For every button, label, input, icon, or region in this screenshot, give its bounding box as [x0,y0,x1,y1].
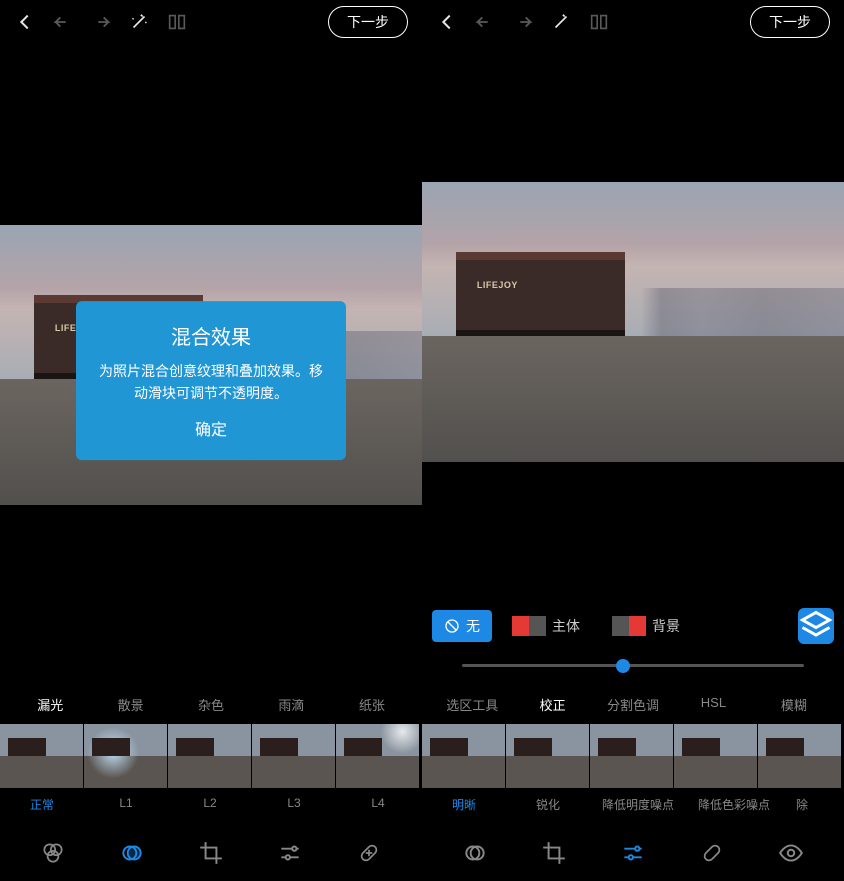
mask-selector-bar: 无 主体 背景 [422,600,844,652]
top-bar: 下一步 [0,0,422,44]
magic-wand-icon[interactable] [550,11,572,33]
effect-tabs-left: 漏光 散景 杂色 雨滴 纸张 [0,685,422,724]
tab-blur[interactable]: 模糊 [754,685,834,724]
undo-icon[interactable] [474,11,496,33]
filter-label[interactable]: L1 [84,796,168,813]
filter-thumb[interactable] [590,724,674,788]
tab-light-leak[interactable]: 漏光 [10,685,90,724]
opacity-slider-row [422,652,844,685]
heal-icon[interactable] [356,840,382,866]
filter-thumb[interactable] [252,724,336,788]
eye-icon[interactable] [778,840,804,866]
next-button[interactable]: 下一步 [750,6,830,38]
popup-title: 混合效果 [98,321,324,350]
filter-thumb[interactable] [0,724,84,788]
filter-label[interactable]: 锐化 [506,796,590,813]
filter-thumb[interactable] [674,724,758,788]
popup-body: 为照片混合创意纹理和叠加效果。移动滑块可调节不透明度。 [98,360,324,405]
undo-icon[interactable] [52,11,74,33]
next-button[interactable]: 下一步 [328,6,408,38]
info-popup: 混合效果 为照片混合创意纹理和叠加效果。移动滑块可调节不透明度。 确定 [76,301,346,461]
heal-icon[interactable] [699,840,725,866]
magic-wand-icon[interactable] [128,11,150,33]
slider-knob[interactable] [616,659,630,673]
mask-background-label: 背景 [652,616,680,636]
blend-icon[interactable] [119,840,145,866]
filter-strip-right[interactable] [422,724,844,788]
filters-icon[interactable] [40,840,66,866]
adjust-tabs-right: 选区工具 校正 分割色调 HSL 模糊 [422,685,844,724]
canvas-area-right: LIFEJOY [422,44,844,600]
filter-label[interactable]: 明晰 [422,796,506,813]
top-bar: 下一步 [422,0,844,44]
left-screen: 下一步 LIFEJOY 混合效果 为照片混合创意纹理和叠加效果。移动滑块可调节不… [0,0,422,881]
tab-bokeh[interactable]: 散景 [90,685,170,724]
photo-sign-text: LIFEJOY [477,280,518,290]
filter-thumb[interactable] [422,724,506,788]
filter-thumb[interactable] [758,724,842,788]
tab-selection[interactable]: 选区工具 [432,685,512,724]
filter-thumb[interactable] [84,724,168,788]
filter-label[interactable]: L3 [252,796,336,813]
tab-noise[interactable]: 杂色 [171,685,251,724]
mask-background[interactable]: 背景 [600,610,692,642]
tab-split-tone[interactable]: 分割色调 [593,685,673,724]
mask-subject[interactable]: 主体 [500,610,592,642]
filter-labels-left: 正常 L1 L2 L3 L4 [0,788,422,825]
filter-label[interactable]: L4 [336,796,420,813]
adjust-icon[interactable] [620,840,646,866]
layers-button[interactable] [798,608,834,644]
crop-icon[interactable] [198,840,224,866]
opacity-slider[interactable] [462,664,804,667]
tab-rain[interactable]: 雨滴 [251,685,331,724]
adjust-icon[interactable] [277,840,303,866]
mask-none[interactable]: 无 [432,610,492,642]
redo-icon[interactable] [90,11,112,33]
filter-labels-right: 明晰 锐化 降低明度噪点 降低色彩噪点 除 [422,788,844,825]
bottom-bar-left [0,825,422,881]
filter-thumb[interactable] [506,724,590,788]
photo-preview[interactable]: LIFEJOY [422,182,844,462]
compare-icon[interactable] [166,11,188,33]
tab-hsl[interactable]: HSL [673,685,753,724]
right-screen: 下一步 LIFEJOY 无 主体 背景 [422,0,844,881]
back-icon[interactable] [436,11,458,33]
filter-label[interactable]: L2 [168,796,252,813]
tab-paper[interactable]: 纸张 [332,685,412,724]
tab-correct[interactable]: 校正 [512,685,592,724]
filter-thumb[interactable] [336,724,420,788]
filter-label[interactable]: 降低明度噪点 [590,796,686,813]
back-icon[interactable] [14,11,36,33]
filter-thumb[interactable] [168,724,252,788]
filter-label[interactable]: 正常 [0,796,84,813]
redo-icon[interactable] [512,11,534,33]
canvas-area-left: LIFEJOY 混合效果 为照片混合创意纹理和叠加效果。移动滑块可调节不透明度。… [0,44,422,685]
crop-icon[interactable] [541,840,567,866]
compare-icon[interactable] [588,11,610,33]
mask-none-label: 无 [466,616,480,636]
blend-icon[interactable] [462,840,488,866]
filter-strip-left[interactable] [0,724,422,788]
mask-subject-label: 主体 [552,616,580,636]
bottom-bar-right [422,825,844,881]
filter-label[interactable]: 降低色彩噪点 [686,796,782,813]
filter-label[interactable]: 除 [782,796,822,813]
popup-ok-button[interactable]: 确定 [98,416,324,440]
